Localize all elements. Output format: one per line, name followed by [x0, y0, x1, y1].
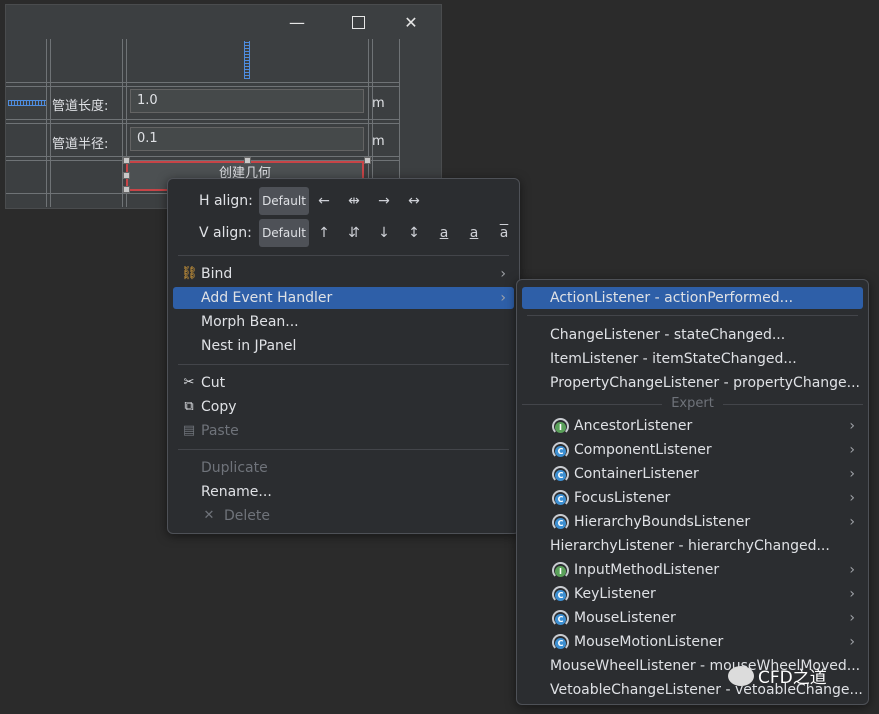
- pipe-radius-field[interactable]: 0.1: [130, 127, 364, 151]
- align-left-icon[interactable]: ←: [312, 187, 336, 215]
- resize-handle[interactable]: [123, 157, 130, 164]
- resize-handle[interactable]: [244, 157, 251, 164]
- grid-line: [6, 82, 400, 83]
- expert-section-header: Expert: [522, 393, 863, 415]
- link-icon: ⛓: [181, 266, 198, 281]
- watermark: CFD之道: [728, 663, 827, 688]
- h-align-default-button[interactable]: Default: [259, 187, 309, 215]
- menu-item-nest-in-jpanel[interactable]: Nest in JPanel: [173, 335, 514, 357]
- submenu-item-component-listener[interactable]: C ComponentListener ›: [522, 439, 863, 461]
- resize-handle[interactable]: [123, 186, 130, 193]
- submenu-item-hierarchy-bounds-listener[interactable]: C HierarchyBoundsListener ›: [522, 511, 863, 533]
- close-icon: ✕: [404, 12, 418, 32]
- grid-line: [6, 123, 400, 124]
- pipe-length-label: 管道长度:: [52, 99, 109, 114]
- resize-handle[interactable]: [123, 172, 130, 179]
- submenu-item-mouse-motion-listener[interactable]: C MouseMotionListener ›: [522, 631, 863, 653]
- chevron-right-icon: ›: [500, 266, 506, 282]
- submenu-item-ancestor-listener[interactable]: I AncestorListener ›: [522, 415, 863, 437]
- wechat-logo-icon: [728, 665, 754, 686]
- align-below-baseline-icon[interactable]: a: [492, 219, 516, 247]
- submenu-item-key-listener[interactable]: C KeyListener ›: [522, 583, 863, 605]
- menu-separator: [527, 315, 858, 316]
- delete-icon: ✕: [203, 508, 215, 523]
- listener-class-icon: C: [552, 442, 569, 459]
- submenu-item-mouse-listener[interactable]: C MouseListener ›: [522, 607, 863, 629]
- align-fill-icon[interactable]: ↔: [402, 187, 426, 215]
- h-align-label: H align:: [199, 193, 253, 209]
- pipe-length-unit: m: [372, 96, 385, 111]
- v-align-default-button[interactable]: Default: [259, 219, 309, 247]
- menu-item-add-event-handler[interactable]: Add Event Handler ›: [173, 287, 514, 309]
- chevron-right-icon: ›: [849, 610, 855, 626]
- listener-class-icon: I: [552, 562, 569, 579]
- window-titlebar: — ✕: [6, 5, 441, 39]
- listener-class-icon: I: [552, 418, 569, 435]
- menu-item-cut[interactable]: ✂ Cut: [173, 372, 514, 394]
- submenu-item-container-listener[interactable]: C ContainerListener ›: [522, 463, 863, 485]
- minimize-button[interactable]: —: [272, 5, 322, 39]
- menu-item-bind[interactable]: ⛓ Bind ›: [173, 263, 514, 285]
- submenu-item-item-listener[interactable]: ItemListener - itemStateChanged...: [522, 348, 863, 370]
- menu-separator: [178, 364, 509, 365]
- close-button[interactable]: ✕: [386, 5, 436, 39]
- v-align-label: V align:: [199, 225, 252, 241]
- pipe-radius-unit: m: [372, 134, 385, 149]
- chevron-right-icon: ›: [849, 490, 855, 506]
- align-right-icon[interactable]: →: [372, 187, 396, 215]
- menu-item-delete: ✕ Delete: [173, 505, 514, 527]
- align-vfill-icon[interactable]: ↕: [402, 219, 426, 247]
- context-menu: H align: Default ← ⇹ → ↔ V align: Defaul…: [167, 178, 520, 534]
- maximize-button[interactable]: [333, 5, 383, 39]
- chevron-right-icon: ›: [849, 634, 855, 650]
- maximize-icon: [351, 15, 365, 29]
- listener-class-icon: C: [552, 586, 569, 603]
- minimize-icon: —: [289, 12, 305, 32]
- chevron-right-icon: ›: [849, 514, 855, 530]
- menu-item-paste: ▤ Paste: [173, 420, 514, 442]
- menu-separator: [178, 449, 509, 450]
- grid-line: [6, 119, 400, 120]
- menu-item-duplicate: Duplicate: [201, 460, 268, 476]
- chevron-right-icon: ›: [500, 290, 506, 306]
- pipe-radius-label: 管道半径:: [52, 137, 109, 152]
- submenu-item-property-change-listener[interactable]: PropertyChangeListener - propertyChange.…: [522, 372, 863, 394]
- grid-line: [6, 86, 400, 87]
- vertical-spacer[interactable]: [244, 41, 250, 79]
- chevron-right-icon: ›: [849, 466, 855, 482]
- listener-class-icon: C: [552, 634, 569, 651]
- submenu-item-hierarchy-listener[interactable]: HierarchyListener - hierarchyChanged...: [522, 535, 863, 557]
- resize-handle[interactable]: [364, 157, 371, 164]
- menu-separator: [178, 255, 509, 256]
- align-center-icon[interactable]: ⇹: [342, 187, 366, 215]
- chevron-right-icon: ›: [849, 442, 855, 458]
- align-bottom-icon[interactable]: ↓: [372, 219, 396, 247]
- align-top-icon[interactable]: ↑: [312, 219, 336, 247]
- chevron-right-icon: ›: [849, 586, 855, 602]
- menu-item-morph-bean[interactable]: Morph Bean...: [173, 311, 514, 333]
- listener-class-icon: C: [552, 514, 569, 531]
- menu-item-copy[interactable]: ⧉ Copy: [173, 396, 514, 418]
- listener-class-icon: C: [552, 466, 569, 483]
- submenu-item-change-listener[interactable]: ChangeListener - stateChanged...: [522, 324, 863, 346]
- horizontal-spacer[interactable]: [8, 100, 46, 106]
- event-handler-submenu: ActionListener - actionPerformed... Chan…: [516, 279, 869, 705]
- align-baseline-icon[interactable]: a: [432, 219, 456, 247]
- submenu-item-action-listener[interactable]: ActionListener - actionPerformed...: [522, 287, 863, 309]
- align-middle-icon[interactable]: ⇵: [342, 219, 366, 247]
- grid-line: [6, 156, 400, 157]
- menu-item-rename[interactable]: Rename...: [173, 481, 514, 503]
- align-above-baseline-icon[interactable]: a: [462, 219, 486, 247]
- chevron-right-icon: ›: [849, 562, 855, 578]
- submenu-item-input-method-listener[interactable]: I InputMethodListener ›: [522, 559, 863, 581]
- paste-icon: ▤: [182, 423, 196, 438]
- pipe-length-field[interactable]: 1.0: [130, 89, 364, 113]
- listener-class-icon: C: [552, 490, 569, 507]
- submenu-item-focus-listener[interactable]: C FocusListener ›: [522, 487, 863, 509]
- chevron-right-icon: ›: [849, 418, 855, 434]
- listener-class-icon: C: [552, 610, 569, 627]
- copy-icon: ⧉: [184, 399, 194, 414]
- scissors-icon: ✂: [183, 375, 195, 390]
